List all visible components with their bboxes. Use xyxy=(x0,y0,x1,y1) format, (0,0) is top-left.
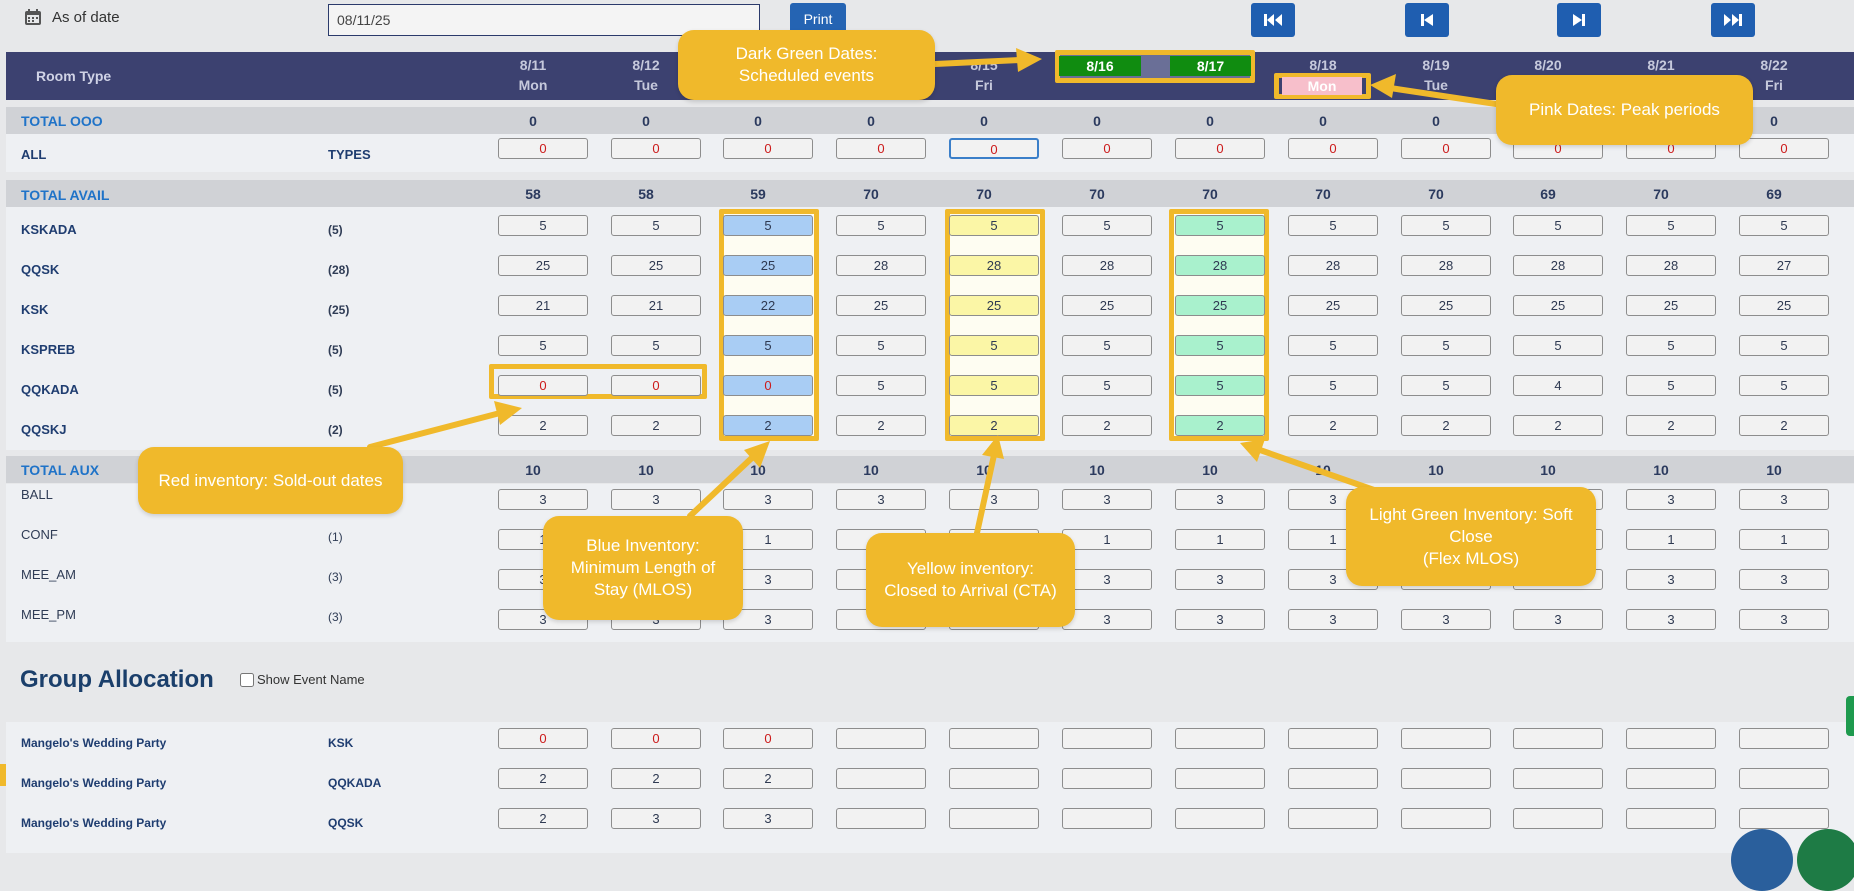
cta-callout: Yellow inventory: Closed to Arrival (CTA) xyxy=(866,533,1075,627)
soft-close-callout-line-1: Light Green Inventory: Soft xyxy=(1369,504,1573,524)
sold-out-callout-text: Red inventory: Sold-out dates xyxy=(158,470,383,490)
left-edge-marker xyxy=(0,764,6,786)
soft-close-callout: Light Green Inventory: Soft Close (Flex ML… xyxy=(1346,487,1596,586)
side-tab[interactable] xyxy=(1846,696,1854,736)
scheduled-events-callout: Dark Green Dates: Scheduled events xyxy=(678,30,935,100)
peak-callout-text: Pink Dates: Peak periods xyxy=(1529,100,1720,119)
peak-periods-callout: Pink Dates: Peak periods xyxy=(1496,75,1753,145)
mlos-callout-line-2: Minimum Length of xyxy=(570,558,716,577)
mlos-callout-line-1: Blue Inventory: xyxy=(586,536,700,555)
scheduled-callout-line-2: Scheduled events xyxy=(738,66,875,85)
mlos-callout: Blue Inventory: Minimum Length of Stay (ML… xyxy=(543,516,743,620)
scheduled-callout-line-1: Dark Green Dates: xyxy=(735,44,878,63)
help-chat-icon[interactable] xyxy=(1731,829,1793,891)
cta-callout-line-2: Closed to Arrival (CTA) xyxy=(884,581,1057,600)
soft-close-callout-line-2: Close xyxy=(1449,526,1493,546)
soft-close-callout-line-3: (Flex MLOS) xyxy=(1422,548,1520,568)
mlos-callout-line-3: Stay (MLOS) xyxy=(593,580,693,599)
support-icon[interactable] xyxy=(1797,829,1854,891)
cta-callout-line-1: Yellow inventory: xyxy=(907,559,1034,578)
sold-out-callout: Red inventory: Sold-out dates xyxy=(138,447,403,514)
